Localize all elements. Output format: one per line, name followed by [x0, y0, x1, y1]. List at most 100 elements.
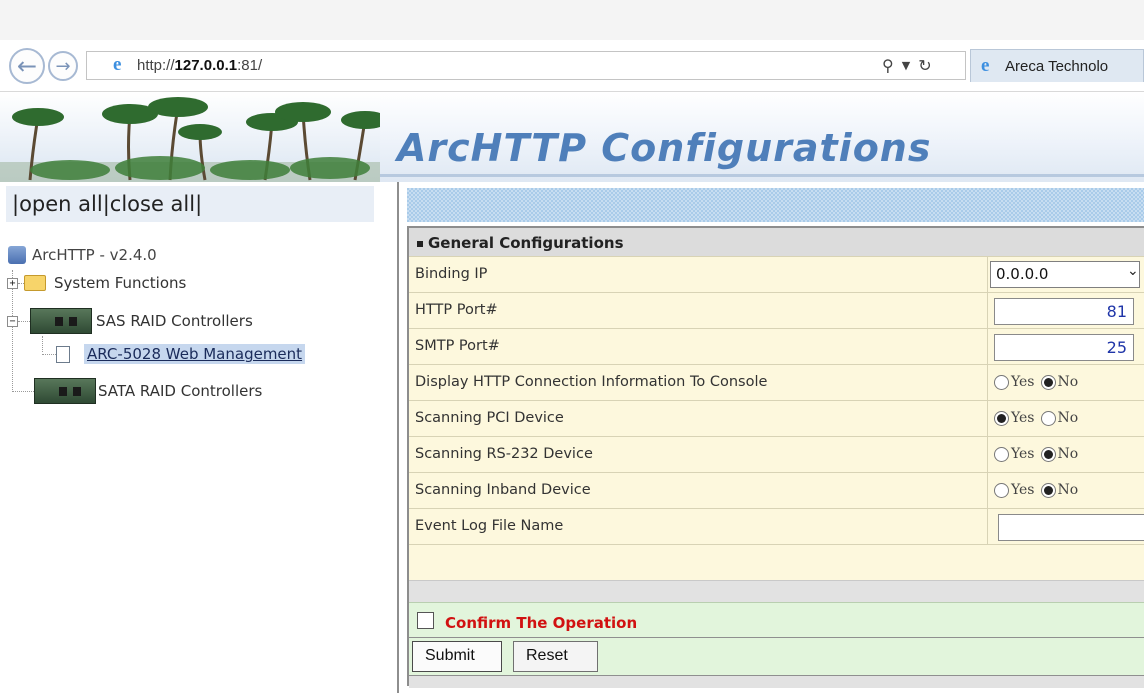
url-text[interactable]: http://127.0.0.1:81/: [137, 57, 262, 74]
banner-divider: [380, 174, 1144, 177]
binding-ip-select[interactable]: 0.0.0.0 ⌄: [990, 261, 1140, 288]
search-icon[interactable]: ⚲: [882, 56, 894, 75]
tree-root[interactable]: ArcHTTP - v2.4.0: [8, 246, 157, 264]
bullet-icon: [417, 240, 423, 247]
tree-item-label: SATA RAID Controllers: [98, 382, 263, 400]
folder-icon: [24, 275, 46, 291]
tree-connector: [18, 282, 24, 284]
tab-title: Areca Technolo: [1005, 58, 1109, 75]
field-control: 81: [987, 293, 1144, 329]
url-port-path: :81/: [237, 57, 263, 74]
field-label: Scanning Inband Device: [415, 482, 591, 498]
radio-label: No: [1057, 374, 1079, 390]
open-all-link[interactable]: open all: [19, 192, 103, 216]
field-control: 25: [987, 329, 1144, 365]
row-binding-ip: Binding IP 0.0.0.0 ⌄: [409, 256, 1144, 293]
event-log-input[interactable]: [998, 514, 1144, 541]
chevron-down-icon[interactable]: ▼: [902, 59, 910, 72]
tree-item-sas-raid[interactable]: − SAS RAID Controllers: [7, 308, 253, 334]
radio-no[interactable]: [1040, 482, 1056, 498]
tree-item-arc-5028[interactable]: ARC-5028 Web Management: [42, 344, 306, 364]
confirm-checkbox[interactable]: [417, 612, 434, 629]
scan-rs232-radio-group: Yes No: [994, 446, 1084, 462]
field-control: Yes No: [987, 473, 1144, 509]
field-label: HTTP Port#: [415, 302, 498, 318]
config-form: General Configurations Binding IP 0.0.0.…: [407, 226, 1144, 688]
radio-label: No: [1057, 482, 1079, 498]
tree-item-label[interactable]: ARC-5028 Web Management: [84, 344, 306, 364]
ie-logo-icon: e: [113, 54, 122, 75]
tree-item-system-functions[interactable]: + System Functions: [7, 274, 186, 292]
back-arrow-icon: ←: [16, 52, 38, 80]
back-button[interactable]: ←: [9, 48, 45, 84]
radio-label: No: [1057, 410, 1079, 426]
field-label: SMTP Port#: [415, 338, 500, 354]
tree-connector: [18, 320, 30, 322]
display-http-radio-group: Yes No: [994, 374, 1084, 390]
http-port-input[interactable]: 81: [994, 298, 1134, 325]
raid-controller-icon: [30, 308, 92, 334]
field-label: Scanning RS-232 Device: [415, 446, 593, 462]
address-toolbar: ← → e http://127.0.0.1:81/ ⚲ ▼ ↻ e Areca…: [0, 40, 1144, 92]
confirm-row: Confirm The Operation: [409, 602, 1144, 638]
tree-connector: [42, 353, 56, 355]
row-scan-rs232: Scanning RS-232 Device Yes No: [409, 436, 1144, 473]
radio-no[interactable]: [1040, 410, 1056, 426]
content-pane: General Configurations Binding IP 0.0.0.…: [397, 182, 1144, 693]
expand-icon[interactable]: +: [7, 277, 18, 289]
chevron-down-icon: ⌄: [1127, 263, 1139, 279]
address-bar-controls: ⚲ ▼ ↻: [878, 51, 968, 80]
field-control: Yes No: [987, 365, 1144, 401]
row-scan-pci: Scanning PCI Device Yes No: [409, 400, 1144, 437]
tree-item-sata-raid[interactable]: SATA RAID Controllers: [12, 378, 262, 404]
form-footer: [409, 676, 1144, 688]
scan-pci-radio-group: Yes No: [994, 410, 1084, 426]
field-control: [987, 509, 1144, 545]
forward-button[interactable]: →: [48, 51, 78, 81]
browser-tab[interactable]: e Areca Technolo: [970, 49, 1144, 82]
tree-connector: [12, 390, 34, 392]
close-all-link[interactable]: close all: [110, 192, 195, 216]
radio-yes[interactable]: [994, 410, 1009, 426]
radio-yes[interactable]: [994, 482, 1009, 498]
page-title: ArcHTTP Configurations: [397, 126, 932, 170]
row-http-port: HTTP Port# 81: [409, 292, 1144, 329]
row-event-log: Event Log File Name: [409, 508, 1144, 545]
field-control: Yes No: [987, 401, 1144, 437]
collapse-icon[interactable]: −: [7, 315, 18, 327]
field-control: 0.0.0.0 ⌄: [987, 257, 1144, 293]
row-spacer: [409, 544, 1144, 580]
radio-no[interactable]: [1040, 446, 1056, 462]
form-separator: [409, 580, 1144, 602]
navigation-tree-pane: |open all|close all| ArcHTTP - v2.4.0 + …: [0, 182, 393, 693]
field-label: Event Log File Name: [415, 518, 564, 534]
field-control: Yes No: [987, 437, 1144, 473]
submit-button[interactable]: Submit: [412, 641, 502, 672]
palm-trees-image: [0, 92, 380, 182]
field-label: Scanning PCI Device: [415, 410, 564, 426]
address-bar[interactable]: e http://127.0.0.1:81/: [86, 51, 966, 80]
radio-no[interactable]: [1040, 374, 1056, 390]
server-icon: [8, 246, 26, 264]
reset-button[interactable]: Reset: [513, 641, 598, 672]
header-strip: [407, 188, 1144, 222]
page-banner: ArcHTTP Configurations: [0, 92, 1144, 182]
select-value: 0.0.0.0: [996, 265, 1049, 283]
row-display-http: Display HTTP Connection Information To C…: [409, 364, 1144, 401]
confirm-label: Confirm The Operation: [445, 614, 638, 632]
radio-label: Yes: [1011, 410, 1035, 426]
tree-item-label: System Functions: [54, 274, 187, 292]
smtp-port-input[interactable]: 25: [994, 334, 1134, 361]
scan-inband-radio-group: Yes No: [994, 482, 1084, 498]
radio-label: Yes: [1011, 482, 1035, 498]
refresh-icon[interactable]: ↻: [918, 56, 931, 75]
section-title: General Configurations: [428, 234, 624, 252]
radio-yes[interactable]: [994, 446, 1009, 462]
tree-item-label: SAS RAID Controllers: [96, 312, 253, 330]
row-scan-inband: Scanning Inband Device Yes No: [409, 472, 1144, 509]
radio-yes[interactable]: [994, 374, 1009, 390]
radio-label: Yes: [1011, 446, 1035, 462]
url-scheme: http://: [137, 57, 175, 74]
section-header: General Configurations: [409, 228, 1144, 256]
raid-controller-icon: [34, 378, 96, 404]
